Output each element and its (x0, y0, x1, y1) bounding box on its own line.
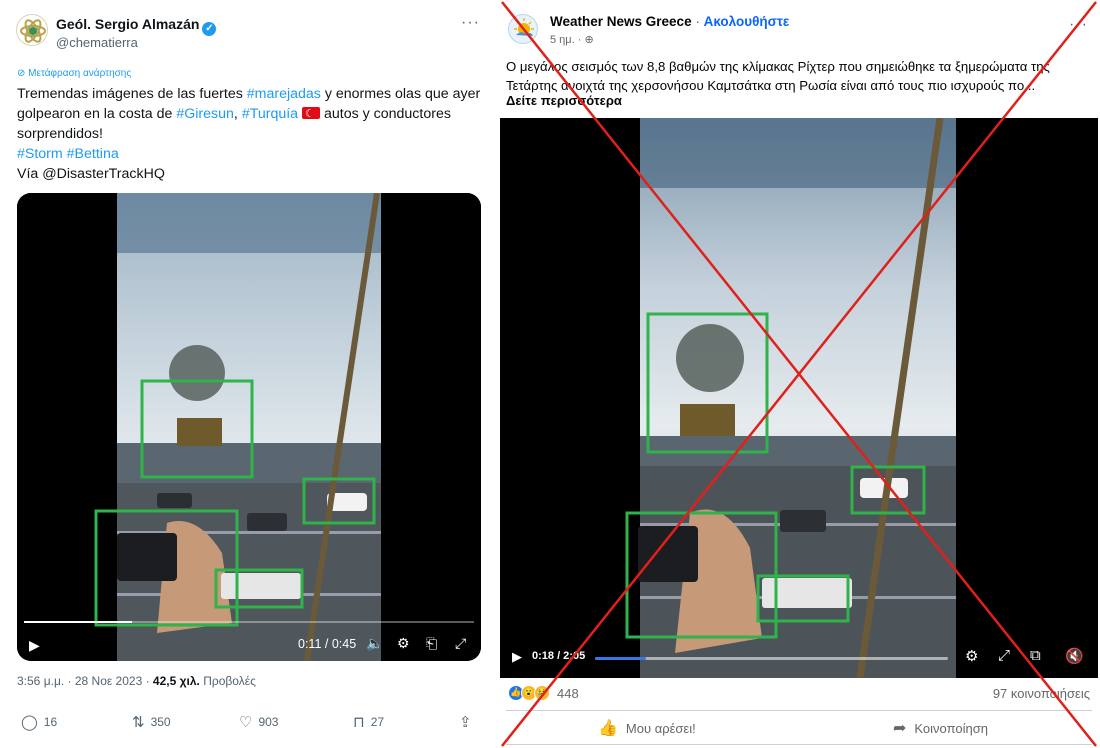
like-button-label: Μου αρέσει! (625, 720, 696, 736)
weather-logo-icon (514, 18, 534, 36)
video-progress-bar[interactable] (595, 657, 948, 660)
author-handle[interactable]: @chematierra (56, 35, 138, 50)
fullscreen-icon[interactable]: ⤢ (998, 647, 1010, 664)
post-age: 5 ημ. · ⊕ (550, 33, 594, 46)
hashtag-link[interactable]: #Turquía (242, 106, 298, 122)
avatar-logo-icon (20, 19, 46, 43)
like-button[interactable]: ♡ 903 (239, 713, 278, 731)
video-frame (17, 193, 481, 661)
share-arrow-icon: ➦ (893, 720, 907, 737)
bookmark-button[interactable]: ⊓ 27 (353, 713, 384, 731)
video-progress-bar[interactable] (24, 621, 474, 623)
video-time: 0:11 / 0:45 (298, 637, 357, 651)
pip-icon[interactable]: ⧉ (1030, 647, 1041, 664)
share-button-label: Κοινοποίηση (914, 720, 988, 736)
more-options-icon[interactable]: ··· (461, 14, 480, 32)
translate-post-link[interactable]: ⊘ Μετάφραση ανάρτησης (17, 68, 131, 79)
avatar[interactable] (16, 14, 48, 46)
fullscreen-icon[interactable]: ⤢ (455, 635, 466, 652)
facebook-post: Weather News Greece · Ακολουθήστε 5 ημ. … (498, 0, 1100, 748)
more-options-icon[interactable]: ··· (1069, 16, 1088, 34)
translate-label: Μετάφραση ανάρτησης (28, 68, 132, 79)
hashtag-link[interactable]: #marejadas (247, 86, 321, 102)
retweet-button[interactable]: ⇅ 350 (132, 713, 171, 731)
tweet-text: Tremendas imágenes de las fuertes #marej… (17, 84, 487, 184)
reply-icon: ◯ (21, 714, 38, 731)
globe-icon: ⊕ (584, 34, 594, 46)
see-more-link[interactable]: Δείτε περισσότερα (506, 93, 622, 108)
hashtag-link[interactable]: #Giresun (176, 106, 234, 122)
separator: · (691, 14, 704, 29)
play-icon[interactable]: ▶ (512, 649, 522, 665)
video-controls: ▶ 0:18 / 2:05 ⚙ ⤢ ⧉ 🔇 (500, 638, 1098, 678)
volume-icon[interactable]: 🔈 (366, 635, 383, 652)
timestamp[interactable]: 3:56 μ.μ. · 28 Νοε 2023 · (17, 674, 153, 688)
follow-button[interactable]: Ακολουθήστε (704, 14, 790, 29)
hashtags-line[interactable]: #Storm #Bettina (17, 146, 119, 162)
tweet-meta: 3:56 μ.μ. · 28 Νοε 2023 · 42,5 χιλ. Προβ… (17, 674, 256, 688)
via-line: Vía @DisasterTrackHQ (17, 166, 165, 182)
tweet-actions: ◯ 16 ⇅ 350 ♡ 903 ⊓ 27 ⇪ (17, 713, 481, 733)
settings-icon[interactable]: ⚙ (397, 635, 410, 652)
page-name[interactable]: Weather News Greece (550, 14, 692, 29)
reactions-count: 448 (557, 685, 579, 701)
video-controls: ▶ 0:11 / 0:45 🔈 ⚙ ⎗ ⤢ (17, 601, 481, 661)
thumbs-up-icon: 👍 (598, 720, 618, 737)
retweet-icon: ⇅ (132, 714, 145, 731)
post-age-text[interactable]: 5 ημ. · (550, 34, 584, 46)
like-button[interactable]: 👍 Μου αρέσει! (598, 718, 696, 738)
reply-count: 16 (43, 715, 58, 729)
post-text: Ο μεγάλος σεισμός των 8,8 βαθμών της κλί… (506, 59, 1050, 93)
tweet-card: Geól. Sergio Almazán ✓ @chematierra ··· ⊘… (0, 0, 496, 748)
turkey-flag-icon (302, 104, 321, 124)
play-icon[interactable]: ▶ (29, 637, 40, 654)
settings-icon[interactable]: ⚙ (965, 647, 978, 665)
share-button[interactable]: ⇪ (459, 713, 472, 731)
video-time: 0:18 / 2:05 (532, 650, 586, 662)
shares-count[interactable]: 97 κοινοποιήσεις (993, 686, 1090, 701)
tweet-video-player[interactable]: ▶ 0:11 / 0:45 🔈 ⚙ ⎗ ⤢ (17, 193, 481, 661)
like-icon: ♡ (239, 714, 253, 731)
author-name[interactable]: Geól. Sergio Almazán ✓ (56, 16, 217, 36)
bookmark-count: 27 (370, 715, 385, 729)
page-avatar[interactable] (508, 14, 538, 44)
like-count: 903 (258, 715, 279, 729)
video-progress-fill (24, 621, 132, 623)
video-progress-fill (595, 657, 646, 660)
text-segment: Tremendas imágenes de las fuertes (17, 86, 247, 102)
divider (506, 710, 1092, 711)
bookmark-icon: ⊓ (353, 714, 365, 731)
views-count: 42,5 χιλ. (152, 674, 200, 688)
reply-button[interactable]: ◯ 16 (21, 713, 57, 731)
text-segment: , (233, 106, 242, 122)
verified-icon: ✓ (202, 22, 217, 36)
captions-icon[interactable]: ⎗ (426, 635, 437, 652)
facebook-video-player[interactable]: ▶ 0:18 / 2:05 ⚙ ⤢ ⧉ 🔇 (500, 118, 1098, 678)
author-name-text: Geól. Sergio Almazán (56, 16, 200, 32)
sad-reaction-icon: 😢 (534, 685, 550, 701)
share-button[interactable]: ➦ Κοινοποίηση (893, 718, 988, 738)
mute-icon[interactable]: 🔇 (1065, 647, 1084, 665)
retweet-count: 350 (150, 715, 171, 729)
divider (506, 744, 1092, 745)
share-icon: ⇪ (459, 714, 472, 731)
views-label: Προβολές (199, 674, 256, 688)
reactions-summary[interactable]: 👍 😮 😢 448 (508, 685, 579, 701)
page-name-line: Weather News Greece · Ακολουθήστε (550, 14, 789, 29)
video-frame (500, 118, 1098, 678)
translate-icon: ⊘ (17, 68, 29, 79)
